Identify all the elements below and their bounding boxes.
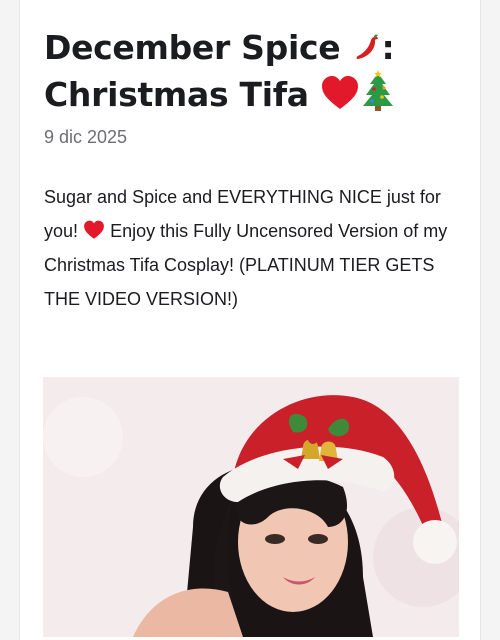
cosplay-photo[interactable] [43, 377, 459, 637]
chili-pepper-icon [352, 28, 382, 67]
title-colon: : [381, 28, 395, 67]
post-body: Sugar and Spice and EVERYTHING NICE just… [44, 180, 464, 316]
title-line2: Christmas Tifa [44, 75, 309, 114]
red-heart-icon [320, 75, 360, 114]
title-line1: December Spice [44, 28, 341, 67]
post-card: December Spice : Christmas Tifa 9 dic 20… [19, 0, 481, 640]
christmas-tree-icon [360, 70, 396, 114]
post-body-part2: Enjoy this Fully Uncensored Version of m… [44, 221, 448, 309]
post-title: December Spice : Christmas Tifa [44, 26, 464, 117]
post-date: 9 dic 2025 [44, 127, 128, 147]
red-heart-icon [83, 220, 105, 241]
